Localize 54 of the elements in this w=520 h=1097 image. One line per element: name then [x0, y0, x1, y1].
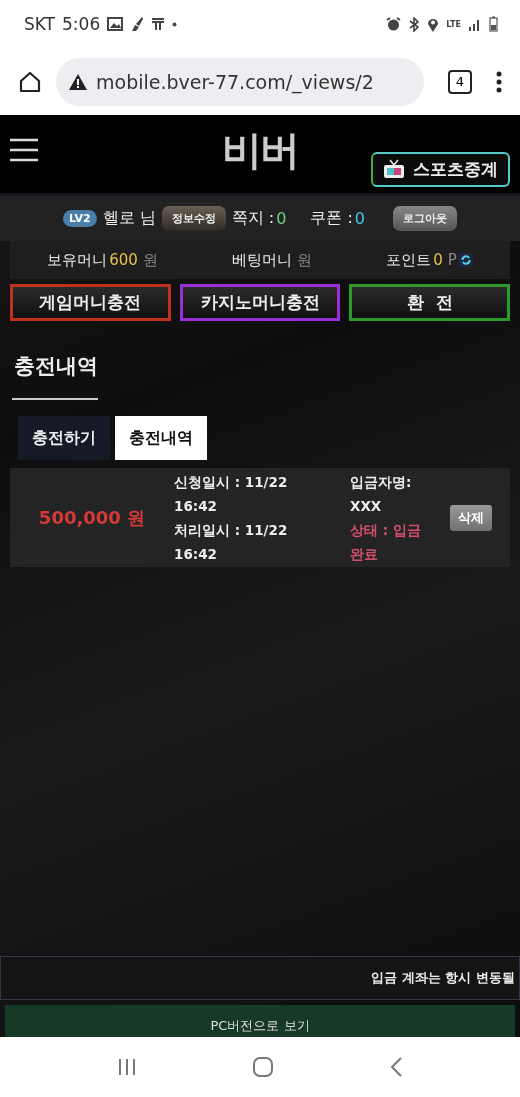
coupons-label[interactable]: 쿠폰 :: [310, 208, 353, 229]
image-icon: [107, 17, 124, 31]
tab-count-button[interactable]: 4: [448, 69, 472, 94]
balance-label: 베팅머니: [232, 250, 292, 270]
delete-button[interactable]: 삭제: [450, 504, 492, 531]
alarm-icon: [386, 16, 402, 32]
pc-version-button[interactable]: PC버전으로 보기: [5, 1005, 515, 1037]
carrier-label: SKT: [24, 14, 55, 34]
network-label: LTE: [446, 19, 461, 29]
charge-button[interactable]: 게임머니충전: [10, 284, 171, 321]
charge-button[interactable]: 환 전: [349, 284, 510, 321]
notice-text: 입금 계좌는 항시 변동될: [371, 969, 515, 987]
refresh-icon[interactable]: [458, 253, 473, 267]
warning-icon: [68, 72, 88, 91]
request-date: 신청일시 : 11/22 16:42: [174, 472, 289, 516]
tab[interactable]: 충전내역: [115, 416, 207, 460]
tab[interactable]: 충전하기: [18, 416, 110, 460]
balance-value: 0: [433, 251, 443, 269]
dot-icon: [172, 21, 178, 27]
messages-count: 0: [276, 209, 287, 228]
charge-button[interactable]: 카지노머니충전: [179, 284, 341, 321]
edit-profile-button[interactable]: 정보수정: [161, 206, 226, 231]
messages-label[interactable]: 쪽지 :: [231, 208, 275, 229]
location-icon: [427, 16, 440, 32]
balance-unit: P: [447, 251, 457, 269]
coupons-count: 0: [354, 209, 366, 228]
home-icon[interactable]: [18, 69, 42, 94]
logout-button[interactable]: 로그아웃: [393, 206, 458, 231]
section-title: 충전내역: [12, 346, 98, 400]
status-text: 상태 : 입금 완료: [350, 520, 422, 564]
balance-unit: 원: [297, 250, 312, 270]
tv-icon: [383, 159, 405, 179]
back-icon[interactable]: [388, 1057, 403, 1077]
battery-icon: [489, 16, 498, 32]
amount-text: 500,000 원: [37, 505, 147, 530]
brush-icon: [130, 16, 145, 32]
more-icon[interactable]: [496, 70, 502, 93]
user-name: 헬로 님: [102, 208, 156, 229]
clock-time: 5:06: [62, 14, 101, 34]
signal-icon: [468, 17, 482, 31]
antenna-icon: [151, 17, 166, 31]
depositor-text: 입금자명: XXX: [350, 472, 413, 516]
sports-live-button[interactable]: 스포츠중계: [371, 151, 510, 187]
logo[interactable]: 비버: [222, 123, 298, 178]
processed-date: 처리일시 : 11/22 16:42: [174, 520, 289, 564]
balance-label: 보유머니: [47, 250, 108, 270]
menu-icon[interactable]: [10, 138, 38, 162]
address-field[interactable]: mobile.bver-77.com/_views/2: [56, 57, 424, 106]
bluetooth-icon: [408, 16, 421, 32]
balance-label: 포인트: [386, 250, 432, 270]
recent-apps-icon[interactable]: [117, 1058, 138, 1076]
balance-value: 600: [109, 251, 138, 269]
level-badge: LV2: [62, 210, 97, 227]
balance-unit: 원: [142, 250, 158, 270]
